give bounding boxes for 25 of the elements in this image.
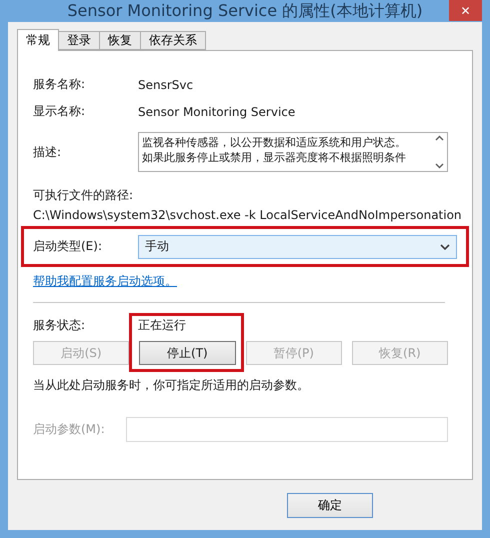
field-value: SensrSvc	[138, 78, 194, 92]
field-value: Sensor Monitoring Service	[138, 104, 296, 118]
tab[interactable]: 依存关系	[140, 31, 206, 50]
close-button[interactable]: ✕	[449, 0, 482, 21]
field-label: 启动类型(E):	[33, 238, 103, 255]
description-box[interactable]: 监视各种传感器，以公开数据和适应系统和用户状态。 如果此服务停止或禁用，显示器亮度将不根据照明条件	[138, 132, 448, 172]
window-title: Sensor Monitoring Service 的属性(本地计算机)	[67, 0, 423, 22]
tab[interactable]: 登录	[58, 31, 100, 50]
field-label: 显示名称:	[33, 103, 86, 120]
caret-icon	[440, 244, 450, 250]
startup-type-dropdown[interactable]: 手动	[138, 234, 457, 258]
scroll-down-icon[interactable]	[434, 163, 444, 169]
field-label: 描述:	[33, 144, 62, 160]
tab[interactable]: 恢复	[99, 31, 141, 50]
hint-text: 当从此处启动服务时，你可指定所适用的启动参数。	[33, 377, 310, 394]
field-label: 可执行文件的路径:	[33, 187, 134, 204]
scroll-up-icon[interactable]	[434, 135, 444, 141]
field-label: 服务状态:	[33, 316, 86, 334]
status-value: 正在运行	[138, 316, 186, 334]
field-label: 启动参数(M):	[33, 421, 105, 438]
ok-button[interactable]: 确定	[287, 492, 373, 518]
help-link[interactable]: 帮助我配置服务启动选项。	[33, 273, 177, 290]
field-label: 服务名称:	[33, 76, 86, 93]
tab[interactable]: 常规	[17, 29, 59, 51]
service-button[interactable]: 停止(T)	[139, 341, 236, 365]
